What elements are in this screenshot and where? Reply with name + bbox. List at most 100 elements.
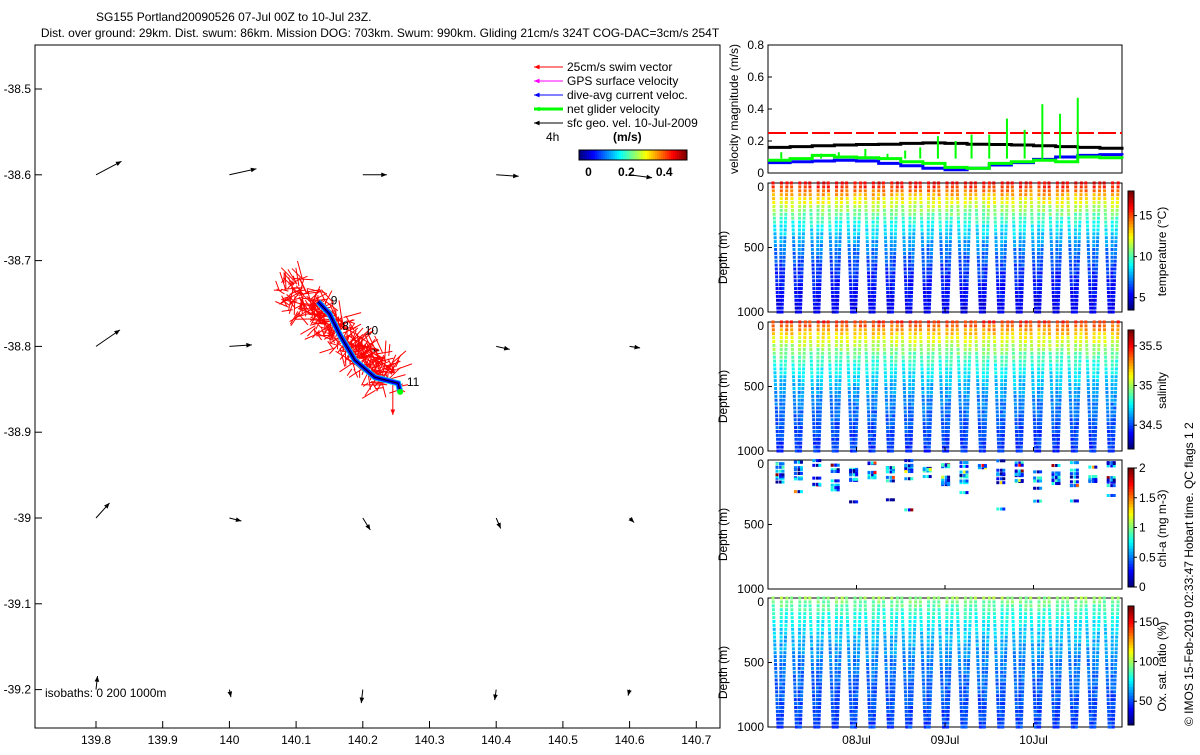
colorbar-cell <box>625 150 627 160</box>
salinity-data-point <box>830 403 833 406</box>
track-label: 11 <box>407 375 420 389</box>
colorbar-tick-label: 34.5 <box>1139 418 1163 432</box>
salinity-data-point <box>792 364 795 367</box>
temperature-data-point <box>853 185 856 188</box>
salinity-data-point <box>923 426 926 429</box>
temperature-data-point <box>974 185 977 188</box>
sfc-geo-vector-head <box>95 676 100 682</box>
temperature-data-point <box>1029 182 1032 185</box>
salinity-data-point <box>853 395 856 398</box>
chl-a-data-point <box>794 490 797 493</box>
salinity-data-point <box>1074 379 1077 382</box>
salinity-data-point <box>982 321 985 324</box>
salinity-data-point <box>1113 410 1116 413</box>
temperature-data-point <box>1014 268 1017 271</box>
temperature-data-point <box>845 185 848 188</box>
chl-a-data-point <box>868 476 871 479</box>
salinity-data-point <box>1039 414 1042 417</box>
temperature-data-point <box>931 236 934 239</box>
temperature-data-point <box>821 209 824 212</box>
temperature-data-point <box>772 193 775 196</box>
chl-a-data-point <box>996 459 999 462</box>
temperature-data-point <box>893 264 896 267</box>
temperature-data-point <box>1093 201 1096 204</box>
salinity-data-point <box>812 414 815 417</box>
salinity-data-point <box>819 418 822 421</box>
salinity-data-point <box>982 371 985 374</box>
temperature-data-point <box>1111 209 1114 212</box>
salinity-data-point <box>821 360 824 363</box>
chl-a-data-point <box>1076 499 1079 502</box>
chl-a-data-point <box>923 475 926 478</box>
chl-a-data-point <box>800 490 803 493</box>
temperature-data-point <box>1070 275 1073 278</box>
salinity-data-point <box>1003 407 1006 410</box>
salinity-data-point <box>1037 352 1040 355</box>
colorbar-cell <box>649 150 651 160</box>
temperature-data-point <box>872 232 875 235</box>
salinity-data-point <box>968 360 971 363</box>
temperature-data-point <box>945 197 948 200</box>
salinity-data-point <box>829 375 832 378</box>
salinity-data-point <box>1050 395 1053 398</box>
temperature-data-point <box>1115 225 1118 228</box>
temperature-data-point <box>1039 287 1042 290</box>
salinity-data-point <box>1104 364 1107 367</box>
salinity-data-point <box>830 399 833 402</box>
salinity-data-point <box>966 407 969 410</box>
salinity-data-point <box>1000 367 1003 370</box>
temperature-data-point <box>871 260 874 263</box>
salinity-data-point <box>993 348 996 351</box>
salinity-data-point <box>790 321 793 324</box>
colorbar-cell <box>1128 197 1134 200</box>
map-axes-box <box>35 45 720 728</box>
chl-a-data-point <box>966 471 969 474</box>
salinity-data-point <box>773 352 776 355</box>
temperature-data-point <box>1040 268 1043 271</box>
salinity-data-point <box>945 332 948 335</box>
salinity-data-point <box>1024 332 1027 335</box>
temperature-data-point <box>1006 193 1009 196</box>
temperature-data-point <box>780 189 783 192</box>
colorbar-cell <box>1128 428 1134 431</box>
temperature-data-point <box>779 279 782 282</box>
temperature-data-point <box>1037 271 1040 274</box>
temperature-data-point <box>1013 236 1016 239</box>
temperature-data-point <box>1059 240 1062 243</box>
salinity-data-point <box>1094 434 1097 437</box>
salinity-data-point <box>914 332 917 335</box>
temperature-data-point <box>977 264 980 267</box>
temperature-data-point <box>882 185 885 188</box>
salinity-data-point <box>1011 336 1014 339</box>
temperature-data-point <box>927 213 930 216</box>
temperature-data-point <box>820 252 823 255</box>
salinity-data-point <box>1057 442 1060 445</box>
temperature-data-point <box>1092 209 1095 212</box>
chl-a-data-point <box>966 465 969 468</box>
salinity-data-point <box>994 367 997 370</box>
temperature-data-point <box>908 264 911 267</box>
temperature-data-point <box>886 283 889 286</box>
colorbar-cell <box>1128 401 1134 404</box>
salinity-data-point <box>1110 418 1113 421</box>
temperature-data-point <box>857 248 860 251</box>
temperature-data-point <box>1096 228 1099 231</box>
colorbar-cell <box>1128 434 1134 437</box>
colorbar-cell <box>621 150 623 160</box>
salinity-data-point <box>1041 364 1044 367</box>
temperature-data-point <box>835 185 838 188</box>
salinity-data-point <box>977 403 980 406</box>
temperature-data-point <box>956 185 959 188</box>
salinity-data-point <box>939 367 942 370</box>
salinity-data-point <box>932 344 935 347</box>
salinity-data-point <box>1074 356 1077 359</box>
salinity-data-point <box>903 403 906 406</box>
salinity-data-point <box>890 387 893 390</box>
temperature-data-point <box>799 311 802 314</box>
temperature-data-point <box>894 236 897 239</box>
temperature-data-point <box>967 244 970 247</box>
salinity-data-point <box>831 434 834 437</box>
temperature-data-point <box>782 275 785 278</box>
salinity-data-point <box>1056 367 1059 370</box>
temperature-data-point <box>1068 240 1071 243</box>
